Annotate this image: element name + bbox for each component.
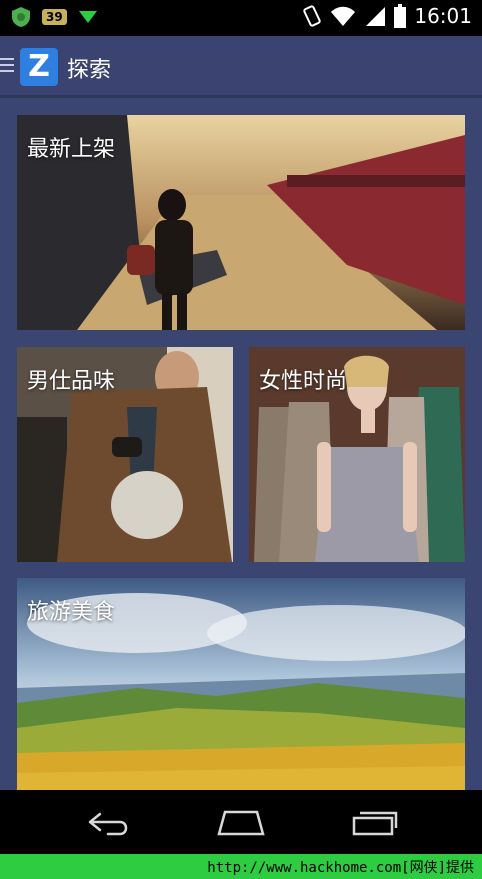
status-right-icons: 16:01 — [302, 4, 472, 28]
page-title: 探索 — [67, 58, 112, 83]
watermark-bar: http://www.hackhome.com[网侠]提供 — [0, 854, 482, 879]
wifi-icon — [331, 6, 356, 26]
battery-icon — [394, 4, 407, 28]
drawer-menu-icon[interactable] — [0, 58, 14, 72]
card-label: 男仕品味 — [27, 369, 116, 394]
navigation-bar — [0, 790, 482, 854]
recent-apps-icon[interactable] — [350, 808, 400, 838]
status-bar: 39 16:01 — [0, 0, 482, 36]
notification-badge: 39 — [42, 9, 67, 25]
card-womens-fashion[interactable]: 女性时尚 — [249, 347, 465, 562]
shield-icon — [12, 7, 30, 27]
card-label: 女性时尚 — [259, 369, 348, 394]
download-icon — [78, 11, 97, 23]
vibrate-icon — [303, 5, 322, 27]
card-label: 最新上架 — [27, 137, 116, 162]
card-label: 旅游美食 — [27, 600, 116, 625]
card-mens-taste[interactable]: 男仕品味 — [17, 347, 233, 562]
card-new-arrivals[interactable]: 最新上架 — [17, 115, 465, 330]
action-bar: Z 探索 — [0, 36, 482, 98]
back-icon[interactable] — [84, 808, 134, 838]
status-left-icons: 39 — [10, 6, 99, 28]
status-time: 16:01 — [414, 4, 472, 28]
home-icon[interactable] — [216, 808, 266, 838]
explore-grid: 最新上架 男仕品味 女性时尚 旅游美食 — [0, 98, 482, 790]
signal-icon — [366, 7, 386, 26]
watermark-text: http://www.hackhome.com[网侠]提供 — [207, 860, 474, 876]
card-travel-food[interactable]: 旅游美食 — [17, 578, 465, 790]
app-logo[interactable]: Z — [20, 48, 58, 86]
